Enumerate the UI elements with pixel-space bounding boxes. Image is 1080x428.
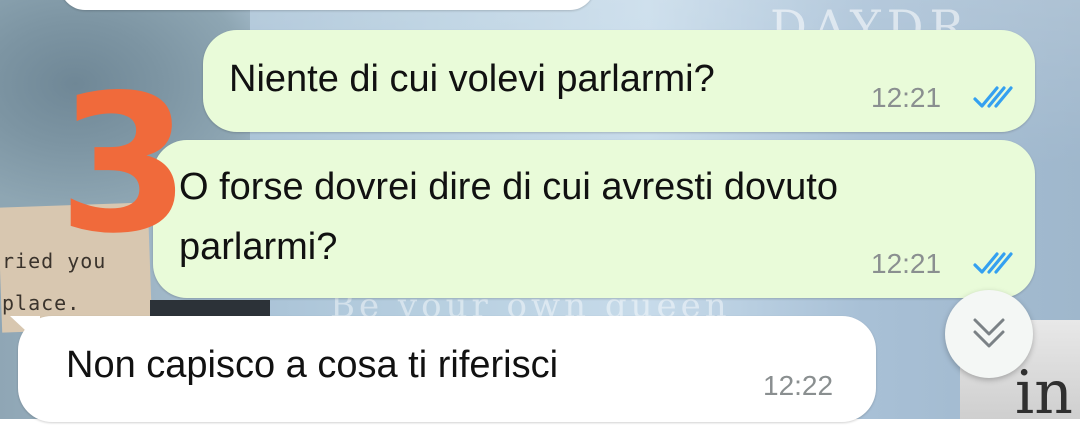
double-chevron-down-icon [973, 318, 1005, 348]
bubble-tail [10, 316, 40, 344]
annotation-number: 3 [58, 54, 191, 275]
double-check-icon [973, 86, 1013, 108]
message-text: Niente di cui volevi parlarmi? [229, 58, 715, 100]
message-text-line-1: O forse dovrei dire di cui avresti dovut… [179, 166, 838, 208]
message-time: 12:21 [871, 248, 942, 279]
message-bubble-incoming[interactable]: Non capisco a cosa ti riferisci 12:22 [10, 316, 876, 422]
message-bubble-outgoing[interactable]: O forse dovrei dire di cui avresti dovut… [153, 140, 1035, 298]
double-check-icon [973, 252, 1013, 274]
message-bubble-outgoing[interactable]: Niente di cui volevi parlarmi? 12:21 [203, 30, 1035, 132]
previous-message-bubble[interactable] [60, 0, 595, 10]
message-time: 12:21 [871, 82, 942, 113]
message-text-line-2: parlarmi? [179, 226, 338, 268]
message-time: 12:22 [763, 370, 834, 401]
message-text: Non capisco a cosa ti riferisci [66, 344, 559, 386]
scroll-to-bottom-button[interactable] [945, 290, 1033, 378]
